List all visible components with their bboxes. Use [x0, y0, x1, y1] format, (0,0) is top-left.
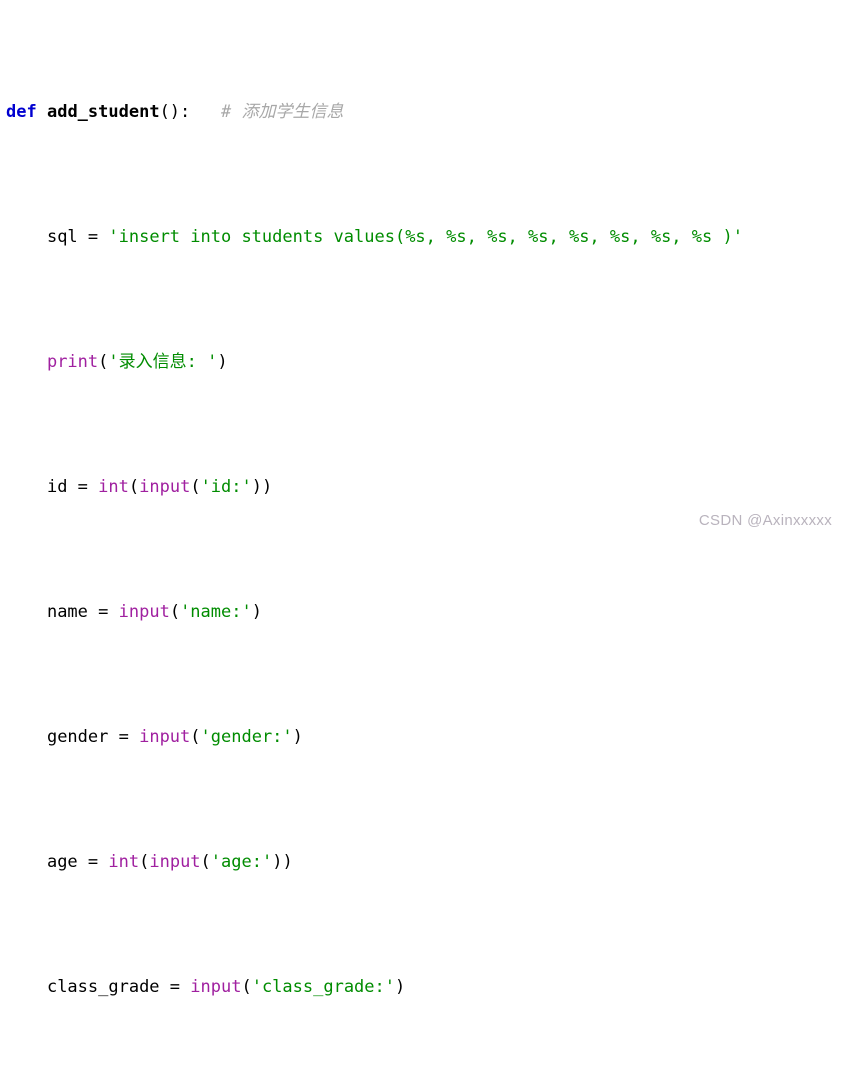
string-literal: 'class_grade:'	[251, 977, 395, 997]
punctuation: (	[128, 477, 140, 497]
code-line[interactable]: sql = 'insert into students values(%s, %…	[0, 225, 846, 250]
code-line[interactable]: id = int(input('id:'))	[0, 475, 846, 500]
code-editor[interactable]: def add_student(): # 添加学生信息 sql = 'inser…	[0, 0, 846, 997]
string-literal: '录入信息: '	[108, 352, 218, 372]
operator: =	[87, 602, 119, 622]
punctuation: (	[190, 477, 201, 497]
punctuation: )	[395, 977, 406, 997]
punctuation: (	[169, 602, 181, 622]
variable-gender: gender	[46, 727, 109, 747]
keyword-def: def	[6, 102, 37, 122]
operator: =	[77, 852, 109, 872]
code-line[interactable]: class_grade = input('class_grade:')	[0, 975, 846, 1000]
string-literal: 'gender:'	[200, 727, 293, 747]
variable-sql: sql	[46, 227, 78, 247]
builtin-input: input	[118, 602, 170, 622]
csdn-watermark: CSDN @Axinxxxxx	[698, 512, 832, 529]
builtin-input: input	[149, 852, 201, 872]
builtin-input: input	[139, 727, 191, 747]
code-line[interactable]: gender = input('gender:')	[0, 725, 846, 750]
punctuation: (	[98, 352, 109, 372]
punctuation: ))	[251, 477, 273, 497]
variable-id: id	[46, 477, 68, 497]
variable-class-grade: class_grade	[46, 977, 160, 997]
string-literal: 'age:'	[210, 852, 273, 872]
variable-age: age	[46, 852, 78, 872]
string-literal: 'insert into students values(%s, %s, %s,…	[108, 227, 743, 247]
punctuation: )	[217, 352, 228, 372]
punctuation: (	[200, 852, 211, 872]
builtin-int: int	[98, 477, 129, 497]
punctuation: ))	[272, 852, 293, 872]
string-literal: 'id:'	[200, 477, 252, 497]
code-line[interactable]: age = int(input('age:'))	[0, 850, 846, 875]
punctuation: )	[251, 602, 262, 622]
builtin-print: print	[46, 352, 99, 372]
builtin-int: int	[108, 852, 140, 872]
code-line[interactable]: name = input('name:')	[0, 600, 846, 625]
comment: # 添加学生信息	[221, 102, 344, 122]
builtin-input: input	[139, 477, 191, 497]
function-name: add_student	[46, 102, 160, 122]
builtin-input: input	[190, 977, 242, 997]
variable-name: name	[46, 602, 88, 622]
operator: =	[159, 977, 191, 997]
code-line[interactable]: def add_student(): # 添加学生信息	[0, 100, 846, 125]
punctuation: (	[241, 977, 252, 997]
code-line[interactable]: print('录入信息: ')	[0, 350, 846, 375]
punctuation: (	[190, 727, 201, 747]
operator: =	[67, 477, 99, 497]
operator: =	[77, 227, 109, 247]
operator: =	[108, 727, 140, 747]
punctuation: )	[292, 727, 303, 747]
string-literal: 'name:'	[180, 602, 252, 622]
punctuation: (	[139, 852, 150, 872]
punctuation: ():	[159, 102, 191, 122]
